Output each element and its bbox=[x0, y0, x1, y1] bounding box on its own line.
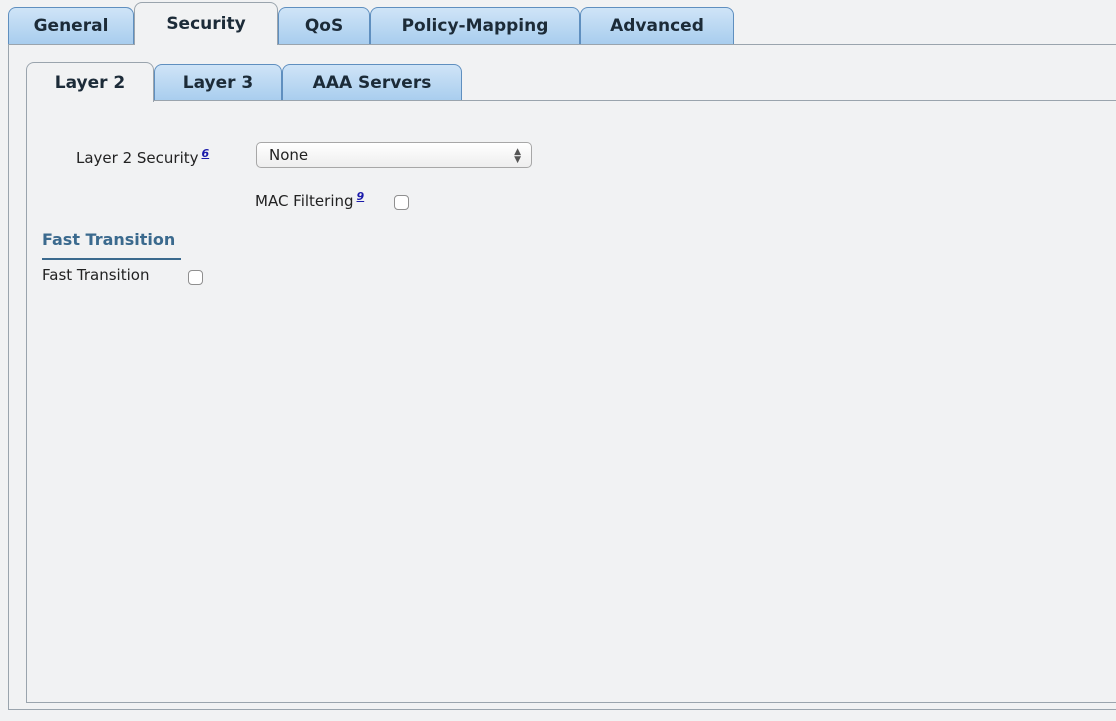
tab-general[interactable]: General bbox=[8, 7, 134, 44]
layer2-security-select[interactable]: None ▲ ▼ bbox=[256, 142, 532, 168]
mac-filtering-label: MAC Filtering 9 bbox=[255, 190, 364, 210]
tab-security[interactable]: Security bbox=[134, 2, 278, 45]
layer2-security-text: Layer 2 Security bbox=[76, 149, 199, 167]
mac-filtering-text: MAC Filtering bbox=[255, 192, 354, 210]
mac-filtering-checkbox[interactable] bbox=[394, 195, 409, 210]
fast-transition-section-title: Fast Transition bbox=[42, 230, 176, 249]
tab-policy-mapping[interactable]: Policy-Mapping bbox=[370, 7, 580, 44]
updown-arrows-icon: ▲ ▼ bbox=[514, 147, 521, 165]
tab-qos[interactable]: QoS bbox=[278, 7, 370, 44]
tab-layer-2[interactable]: Layer 2 bbox=[26, 62, 154, 102]
sub-tab-bar: Layer 2 Layer 3 AAA Servers bbox=[26, 62, 1116, 102]
tab-advanced[interactable]: Advanced bbox=[580, 7, 734, 44]
layer2-security-value: None bbox=[269, 146, 309, 164]
fast-transition-checkbox[interactable] bbox=[188, 270, 203, 285]
layer2-panel bbox=[26, 100, 1116, 703]
section-divider bbox=[42, 258, 181, 260]
main-tab-bar: General Security QoS Policy-Mapping Adva… bbox=[0, 0, 1116, 45]
fast-transition-label: Fast Transition bbox=[42, 266, 150, 284]
tab-layer-3[interactable]: Layer 3 bbox=[154, 64, 282, 101]
layer2-security-label: Layer 2 Security 6 bbox=[76, 147, 209, 167]
tab-aaa-servers[interactable]: AAA Servers bbox=[282, 64, 462, 101]
mac-filtering-footnote-link[interactable]: 9 bbox=[357, 190, 365, 203]
layer2-security-footnote-link[interactable]: 6 bbox=[202, 147, 210, 160]
